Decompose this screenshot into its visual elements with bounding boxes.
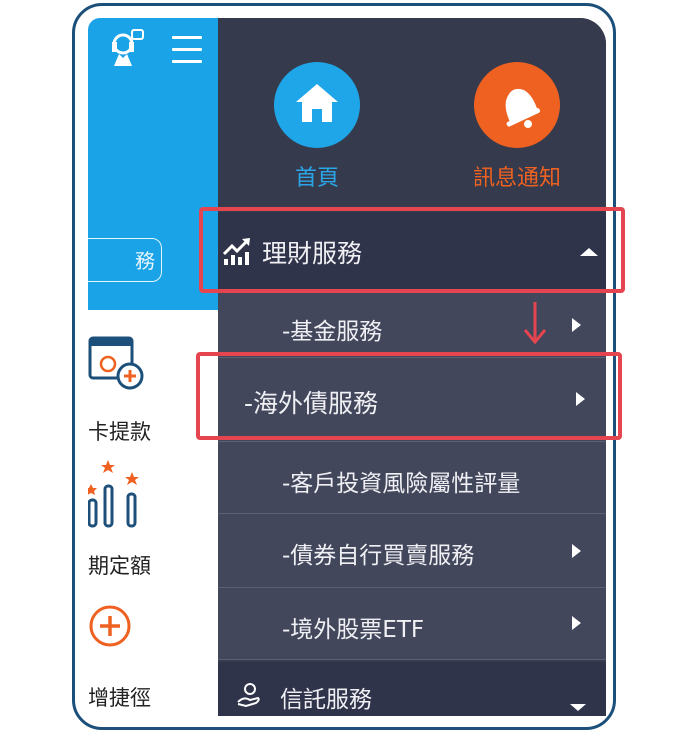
highlight-overseas-bond [196, 352, 622, 440]
chevron-right-icon [572, 616, 581, 630]
notifications-label[interactable]: 訊息通知 [447, 160, 587, 192]
menu-overseas-etf[interactable]: -境外股票ETF [218, 588, 606, 660]
home-label[interactable]: 首頁 [247, 160, 387, 192]
home-button[interactable] [274, 62, 360, 148]
shortcut-add[interactable]: 增捷徑 [88, 602, 218, 716]
menu-label: 信託服務 [280, 687, 372, 713]
shortcut-label: 增捷徑 [88, 686, 151, 710]
customer-service-icon[interactable] [110, 28, 144, 68]
bell-icon [505, 88, 540, 128]
menu-bond-trading[interactable]: -債券自行買賣服務 [218, 514, 606, 588]
menu-label: -境外股票ETF [282, 617, 425, 643]
drawer-shortcuts: 首頁 訊息通知 [218, 18, 606, 206]
search-field[interactable]: 務 [88, 238, 162, 282]
menu-trust-service[interactable]: 信託服務 [218, 662, 606, 716]
trust-hand-icon [237, 683, 260, 708]
shortcut-label: 卡提款 [88, 420, 151, 444]
add-shortcut-icon [89, 605, 131, 647]
down-arrow-icon [523, 302, 547, 345]
chevron-right-icon [572, 318, 581, 332]
menu-risk-assessment[interactable]: -客戶投資風險屬性評量 [218, 442, 606, 514]
shortcut-label: 期定額 [88, 554, 151, 578]
highlight-wealth-management [199, 207, 625, 293]
shortcut-regular-investment[interactable]: 期定額 [88, 458, 218, 578]
notifications-button[interactable] [474, 62, 560, 148]
chevron-down-icon [570, 704, 586, 711]
chevron-right-icon [572, 544, 581, 558]
home-icon [296, 84, 338, 122]
hamburger-menu-icon[interactable] [172, 36, 202, 64]
menu-label: -客戶投資風險屬性評量 [282, 471, 521, 497]
menu-label: -債券自行買賣服務 [282, 543, 475, 569]
menu-label: -基金服務 [282, 319, 383, 345]
atm-card-plus-icon [88, 336, 144, 390]
stars-bar-chart-icon [88, 460, 139, 528]
